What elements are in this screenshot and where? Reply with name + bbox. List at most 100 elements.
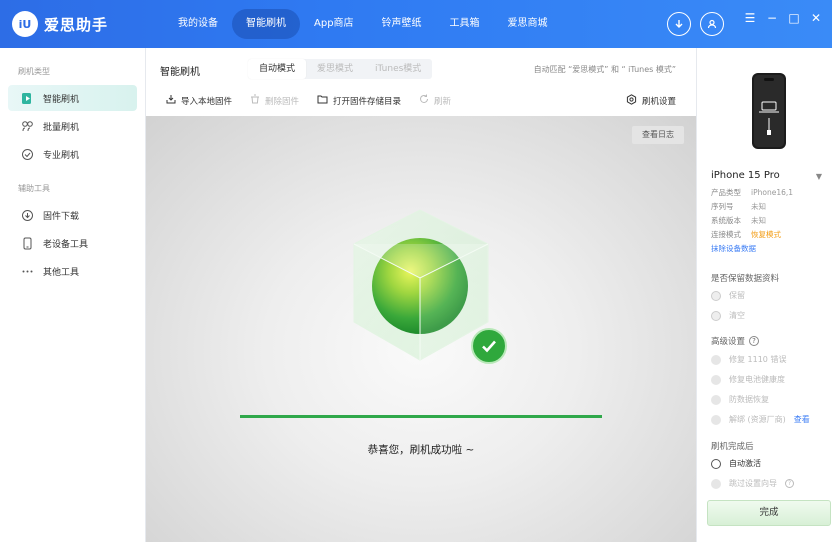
sidebar-section-flash-type: 刷机类型 [18,67,50,76]
app-logo: iU 爱思助手 [12,11,108,37]
info-row-connect-mode: 连接模式 恢复模式 [711,230,781,239]
refresh-icon [419,94,429,107]
sidebar-item-pro-flash[interactable]: 专业刷机 [8,141,137,167]
open-firmware-dir-button[interactable]: 打开固件存储目录 [317,94,401,107]
page-title: 智能刷机 [160,67,200,78]
menu-icon[interactable]: ☰ [744,11,756,25]
help-icon[interactable]: ? [749,336,760,346]
view-link[interactable]: 查看 [794,414,810,425]
opt-fix-battery[interactable]: 修复电池健康度 [711,374,785,385]
advanced-settings-label: 高级设置 [711,337,746,347]
after-flash-label: 刷机完成后 [711,442,754,452]
tab-ringtones-wallpapers[interactable]: 铃声壁纸 [368,9,436,39]
mode-itunes[interactable]: iTunes模式 [364,59,432,79]
erase-device-link[interactable]: 抹除设备数据 [711,242,793,256]
top-bar: iU 爱思助手 我的设备 智能刷机 App商店 铃声壁纸 工具箱 爱思商城 ☰ … [0,0,832,48]
phone-icon [20,236,34,250]
flash-settings-label: 刷机设置 [641,97,676,107]
batch-flash-icon [20,119,34,133]
checkbox[interactable] [711,374,721,385]
checkbox[interactable] [711,394,721,405]
success-message: 恭喜您，刷机成功啦 ~ [367,444,475,456]
refresh-label: 刷新 [434,96,452,107]
info-icon[interactable]: ? [785,479,794,488]
settings-gear-icon [626,94,637,108]
sidebar-item-label: 老设备工具 [43,239,89,250]
import-icon [166,94,176,107]
sidebar-item-batch-flash[interactable]: 批量刷机 [8,113,137,139]
match-info: 自动匹配 “爱思模式” 和 “ iTunes 模式” [533,65,676,74]
info-row-product-type: 产品类型 iPhone16,1 [711,188,794,197]
device-info: 产品类型 iPhone16,1 序列号 未知 系统版本 未知 连接模式 恢复模式 抹除设… [711,186,793,256]
sidebar-item-label: 批量刷机 [43,122,80,133]
user-icon[interactable] [700,12,724,36]
app-window: iU 爱思助手 我的设备 智能刷机 App商店 铃声壁纸 工具箱 爱思商城 ☰ … [0,0,832,542]
tab-my-device[interactable]: 我的设备 [164,9,232,39]
checkbox[interactable] [711,478,721,489]
device-dropdown-icon[interactable]: ▼ [816,172,822,181]
trash-icon [250,94,260,107]
checkbox[interactable] [711,354,721,365]
tab-app-store[interactable]: App商店 [300,9,368,39]
view-log-button[interactable]: 查看日志 [632,126,684,144]
sidebar: 刷机类型 智能刷机 批量刷机 专业刷机 辅助工具 固件下载 老设备工具 其他工具 [0,48,146,542]
mode-aisi[interactable]: 爱思模式 [306,59,364,79]
main-nav: 我的设备 智能刷机 App商店 铃声壁纸 工具箱 爱思商城 [164,9,562,39]
window-controls: ☰ − □ ✕ [744,11,822,25]
success-check-icon [471,328,507,364]
sidebar-item-other-tools[interactable]: 其他工具 [8,258,137,284]
opt-fix-1110[interactable]: 修复 1110 错误 [711,354,786,365]
radio-auto-activate[interactable] [711,458,721,469]
delete-firmware-label: 删除固件 [265,96,300,107]
minimize-icon[interactable]: − [766,11,778,25]
import-firmware-label: 导入本地固件 [181,96,233,107]
app-name: 爱思助手 [44,15,109,34]
import-firmware-button[interactable]: 导入本地固件 [166,94,232,107]
auto-activate-option[interactable]: 自动激活 [711,458,761,469]
main-panel: 智能刷机 自动模式 爱思模式 iTunes模式 自动匹配 “爱思模式” 和 “ … [146,48,696,542]
sidebar-item-label: 其他工具 [43,267,80,278]
more-dots-icon [20,264,34,278]
tab-smart-flash[interactable]: 智能刷机 [232,9,300,39]
logo-badge: iU [12,11,38,37]
advanced-settings: 高级设置 ? [711,335,760,347]
mode-auto[interactable]: 自动模式 [248,59,307,79]
device-name: iPhone 15 Pro [711,170,780,181]
download-icon[interactable] [667,12,691,36]
tab-toolbox[interactable]: 工具箱 [436,9,494,39]
skip-guide-option[interactable]: 跳过设置向导? [711,478,794,489]
flash-cube-graphic [346,208,516,381]
delete-firmware-button[interactable]: 删除固件 [250,94,299,107]
maximize-icon[interactable]: □ [788,11,800,25]
sidebar-item-label: 专业刷机 [43,150,80,161]
open-firmware-dir-label: 打开固件存储目录 [333,96,402,107]
done-button[interactable]: 完成 [707,500,831,526]
info-row-serial: 序列号 未知 [711,202,766,211]
keep-data-option[interactable]: 保留 [711,290,745,301]
smart-flash-icon [20,91,34,105]
download-circle-icon [20,208,34,222]
mode-switch: 自动模式 爱思模式 iTunes模式 [248,59,433,79]
info-row-os-version: 系统版本 未知 [711,216,766,225]
radio-clear[interactable] [711,310,721,321]
checkbox[interactable] [711,414,721,425]
shield-check-icon [20,147,34,161]
opt-unbind[interactable]: 解绑 (资源厂商) 查看 [711,414,810,425]
folder-icon [317,94,328,107]
sidebar-item-smart-flash[interactable]: 智能刷机 [8,85,137,111]
radio-keep[interactable] [711,290,721,301]
refresh-button[interactable]: 刷新 [419,94,451,107]
device-panel: iPhone 15 Pro ▼ 产品类型 iPhone16,1 序列号 未知 系统版… [696,48,832,542]
sidebar-item-firmware-download[interactable]: 固件下载 [8,202,137,228]
close-icon[interactable]: ✕ [810,11,822,25]
tab-store[interactable]: 爱思商城 [494,9,562,39]
sidebar-item-label: 智能刷机 [43,94,80,105]
sidebar-item-label: 固件下载 [43,211,80,222]
flash-progress-bar [240,415,602,418]
opt-anti-recovery[interactable]: 防数据恢复 [711,394,769,405]
flash-stage: 查看日志 恭喜您，刷机成功啦 ~ [146,116,696,542]
sidebar-item-old-device-tools[interactable]: 老设备工具 [8,230,137,256]
keep-data-label: 是否保留数据资料 [711,274,780,284]
clear-data-option[interactable]: 清空 [711,310,745,321]
flash-settings-button[interactable]: 刷机设置 [626,94,676,108]
